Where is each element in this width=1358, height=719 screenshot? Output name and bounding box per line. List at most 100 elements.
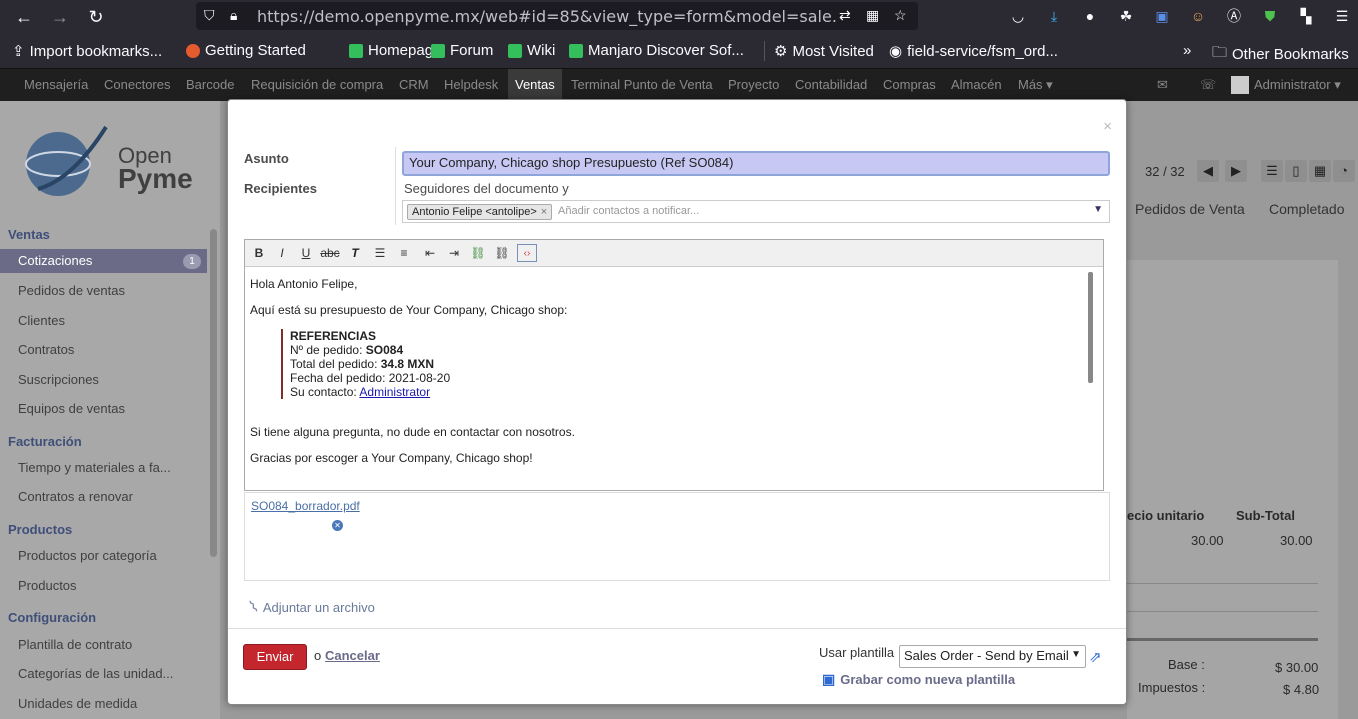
translate-icon[interactable]: ⇄ <box>839 7 851 24</box>
save-template-button[interactable]: ▣ Grabar como nueva plantilla <box>822 671 1015 688</box>
email-body[interactable]: Hola Antonio Felipe, Aquí está su presup… <box>245 267 1089 490</box>
recipient-tag[interactable]: Antonio Felipe <antolipe> × <box>407 204 553 220</box>
underline-icon[interactable]: U <box>296 244 316 262</box>
extensions-icon[interactable]: ▚ <box>1295 5 1317 27</box>
list-view-icon[interactable]: ☰ <box>1261 160 1283 182</box>
close-icon[interactable]: × <box>1103 118 1112 135</box>
recipients-field[interactable]: Antonio Felipe <antolipe> × Añadir contac… <box>402 200 1110 223</box>
strikethrough-icon[interactable]: abc <box>320 244 340 262</box>
extension-c-icon[interactable]: ● <box>1079 5 1101 27</box>
sidebar-item-suscripciones[interactable]: Suscripciones <box>18 372 99 387</box>
sidebar-item-categorias-uom[interactable]: Categorías de las unidad... <box>18 666 173 681</box>
template-select[interactable]: Sales Order - Send by Email ▼ <box>899 645 1086 668</box>
sidebar-item-equipos[interactable]: Equipos de ventas <box>18 401 125 416</box>
recipients-placeholder[interactable]: Añadir contactos a notificar... <box>558 205 699 217</box>
menu-compras[interactable]: Compras <box>883 77 936 92</box>
forward-icon[interactable]: → <box>48 5 72 29</box>
menu-contabilidad[interactable]: Contabilidad <box>795 77 867 92</box>
pager-prev-icon[interactable]: ◀ <box>1197 160 1219 182</box>
graph-view-icon[interactable]: ◔ <box>1333 160 1355 182</box>
link-icon[interactable]: ⛓ <box>468 244 488 262</box>
numbered-list-icon[interactable]: ≡ <box>394 244 414 262</box>
status-completado[interactable]: Completado <box>1269 196 1345 222</box>
indent-icon[interactable]: ⇥ <box>444 244 464 262</box>
menu-icon[interactable]: ☰ <box>1331 5 1353 27</box>
bookmark-most-visited[interactable]: ⚙ Most Visited <box>774 42 874 61</box>
source-code-icon[interactable]: ‹› <box>517 244 537 262</box>
menu-almacen[interactable]: Almacén <box>951 77 1002 92</box>
lock-icon[interactable]: 🔒︎ <box>230 7 237 24</box>
download-icon[interactable]: ⤓ <box>1043 5 1065 27</box>
sidebar-item-clientes[interactable]: Clientes <box>18 313 65 328</box>
extension-monkey-icon[interactable]: ☺ <box>1187 5 1209 27</box>
url-text[interactable]: https://demo.openpyme.mx/web#id=85&view_… <box>257 7 837 26</box>
cancel-button[interactable]: Cancelar <box>325 648 380 663</box>
shield-ext-icon[interactable]: ⛊ <box>1259 5 1281 27</box>
bookmark-field-service[interactable]: ◉ field-service/fsm_ord... <box>889 42 1058 61</box>
mail-icon[interactable]: ✉ <box>1157 77 1168 93</box>
open-template-icon[interactable]: ⇗ <box>1089 648 1102 666</box>
extension-text-icon[interactable]: Ⓐ <box>1223 5 1245 27</box>
sidebar-item-prod-categoria[interactable]: Productos por categoría <box>18 548 157 563</box>
chevron-down-icon[interactable]: ▼ <box>1093 204 1103 215</box>
bookmark-import[interactable]: ⇪ Import bookmarks... <box>12 42 162 61</box>
form-view-icon[interactable]: ▯ <box>1285 160 1307 182</box>
menu-mensajeria[interactable]: Mensajería <box>24 77 88 92</box>
bookmark-manjaro-discover[interactable]: Manjaro Discover Sof... <box>569 42 744 59</box>
sidebar-item-plantilla[interactable]: Plantilla de contrato <box>18 637 132 652</box>
menu-tpv[interactable]: Terminal Punto de Venta <box>571 77 713 92</box>
bookmark-star-icon[interactable]: ☆ <box>894 7 907 24</box>
avatar[interactable] <box>1231 76 1249 94</box>
sidebar-item-cotizaciones[interactable]: Cotizaciones 1 <box>0 249 207 273</box>
menu-ventas[interactable]: Ventas <box>508 69 562 101</box>
remove-tag-icon[interactable]: × <box>541 206 547 218</box>
send-button[interactable]: Enviar <box>243 644 307 670</box>
contact-link[interactable]: Administrator <box>359 385 430 399</box>
sidebar-item-productos[interactable]: Productos <box>18 578 77 593</box>
calendar-view-icon[interactable]: ▦ <box>1309 160 1331 182</box>
bookmark-wiki[interactable]: Wiki <box>508 42 555 59</box>
sidebar-item-uom[interactable]: Unidades de medida <box>18 696 137 711</box>
menu-proyecto[interactable]: Proyecto <box>728 77 779 92</box>
sidebar-scrollbar[interactable] <box>210 229 217 557</box>
subject-input[interactable]: Your Company, Chicago shop Presupuesto (… <box>402 151 1110 176</box>
chat-icon[interactable]: ☏ <box>1200 77 1216 93</box>
add-attachment-button[interactable]: ⌇ Adjuntar un archivo <box>247 597 375 617</box>
body-editor[interactable]: B I U abc T ☰ ≡ ⇤ ⇥ ⛓ ⛓ ‹› Hola Antonio … <box>244 239 1104 491</box>
translate-ext-icon[interactable]: ▣ <box>1151 5 1173 27</box>
remove-attachment-icon[interactable]: ✕ <box>332 520 343 531</box>
shield-icon[interactable]: ⛉ <box>204 7 215 24</box>
attachment-link[interactable]: SO084_borrador.pdf <box>251 499 360 513</box>
sidebar-item-contratos[interactable]: Contratos <box>18 342 74 357</box>
sidebar-item-renovar[interactable]: Contratos a renovar <box>18 489 133 504</box>
reload-icon[interactable]: ↻ <box>84 5 108 29</box>
unlink-icon[interactable]: ⛓ <box>492 244 512 262</box>
menu-crm[interactable]: CRM <box>399 77 429 92</box>
menu-mas[interactable]: Más ▾ <box>1018 77 1053 93</box>
bookmark-other[interactable]: 🗀︎ Other Bookmarks <box>1212 42 1349 67</box>
bookmark-getting-started[interactable]: Getting Started <box>186 42 306 59</box>
sidebar-item-pedidos[interactable]: Pedidos de ventas <box>18 283 125 298</box>
menu-conectores[interactable]: Conectores <box>104 77 170 92</box>
qr-icon[interactable]: ▦ <box>866 7 879 24</box>
italic-icon[interactable]: I <box>272 244 292 262</box>
pocket-icon[interactable]: ◡ <box>1007 5 1029 27</box>
bullet-list-icon[interactable]: ☰ <box>370 244 390 262</box>
remove-format-icon[interactable]: T <box>345 244 365 262</box>
outdent-icon[interactable]: ⇤ <box>420 244 440 262</box>
menu-barcode[interactable]: Barcode <box>186 77 234 92</box>
bookmark-homepage[interactable]: Homepage <box>349 42 441 59</box>
bookmarks-overflow-icon[interactable]: » <box>1183 42 1191 59</box>
editor-scrollbar[interactable] <box>1088 272 1093 383</box>
url-bar[interactable]: ⛉ 🔒︎ https://demo.openpyme.mx/web#id=85&… <box>196 2 918 30</box>
bookmark-forum[interactable]: Forum <box>431 42 493 59</box>
bold-icon[interactable]: B <box>249 244 269 262</box>
pager-next-icon[interactable]: ▶ <box>1225 160 1247 182</box>
status-pedidos-venta[interactable]: Pedidos de Venta <box>1135 196 1245 222</box>
back-icon[interactable]: ← <box>12 5 36 29</box>
sidebar-item-tiempo[interactable]: Tiempo y materiales a fa... <box>18 460 171 475</box>
extension-leaf-icon[interactable]: ☘ <box>1115 5 1137 27</box>
user-menu[interactable]: Administrator ▾ <box>1254 77 1341 93</box>
menu-helpdesk[interactable]: Helpdesk <box>444 77 498 92</box>
menu-requisicion[interactable]: Requisición de compra <box>251 77 383 92</box>
